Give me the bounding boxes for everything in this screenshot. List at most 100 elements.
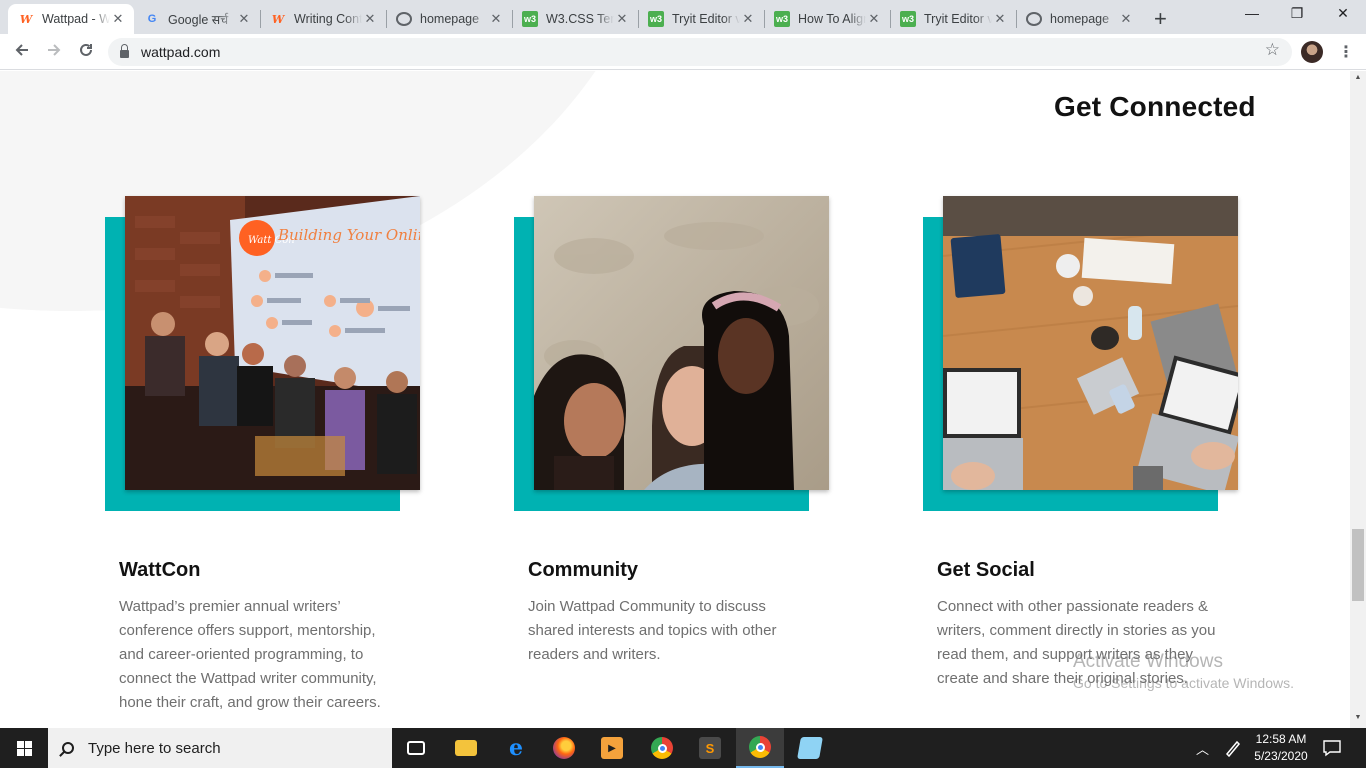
notepad-button[interactable] [786, 728, 834, 768]
w3schools-icon: w3 [522, 11, 538, 27]
clock-date: 5/23/2020 [1254, 749, 1308, 763]
lock-icon [120, 44, 129, 58]
reload-icon [80, 43, 92, 56]
globe-icon [1026, 12, 1042, 26]
profile-avatar[interactable] [1301, 41, 1323, 63]
bookmark-star-icon[interactable]: ☆ [1265, 40, 1280, 60]
card-heading: Get Social [937, 559, 1035, 581]
card-heading: Community [528, 559, 638, 581]
friends-photo[interactable] [534, 196, 829, 490]
chrome-icon [749, 736, 771, 758]
scrollbar-thumb[interactable] [1352, 529, 1364, 601]
address-bar[interactable]: wattpad.com ☆ [108, 38, 1292, 66]
close-tab-icon[interactable]: ✕ [236, 11, 252, 27]
back-arrow-icon [15, 44, 28, 56]
close-tab-icon[interactable]: ✕ [488, 11, 504, 27]
new-tab-button[interactable]: + [1154, 6, 1167, 32]
globe-icon [396, 12, 412, 26]
chrome-active-button[interactable] [736, 728, 784, 768]
tab-homepage[interactable]: homepage ✕ [386, 4, 512, 34]
media-player-icon: ▶ [601, 737, 623, 759]
forward-button[interactable] [42, 40, 66, 64]
laptops-table-photo[interactable] [943, 196, 1238, 490]
close-tab-icon[interactable]: ✕ [866, 11, 882, 27]
wattpad-icon: W [271, 12, 285, 26]
chrome-icon [651, 737, 673, 759]
page-content: Get Connected Watt Con Building Your Onl… [0, 71, 1350, 728]
chrome-button[interactable] [638, 728, 686, 768]
media-player-button[interactable]: ▶ [588, 728, 636, 768]
w3schools-icon: w3 [900, 11, 916, 27]
tab-title: Tryit Editor v3.6 [924, 12, 992, 26]
tab-wattpad[interactable]: W Wattpad - Where stories live ✕ [8, 4, 134, 34]
edge-button[interactable]: e [492, 728, 540, 768]
w3schools-icon: w3 [648, 11, 664, 27]
tab-w3css-templates[interactable]: w3 W3.CSS Templates ✕ [512, 4, 638, 34]
watermark-subtitle: Go to Settings to activate Windows. [1073, 675, 1294, 691]
card-description: Join Wattpad Community to discuss shared… [528, 598, 777, 663]
pen-icon [1225, 740, 1241, 757]
w3schools-icon: w3 [774, 11, 790, 27]
firefox-button[interactable] [540, 728, 588, 768]
sublime-text-icon: S [699, 737, 721, 759]
tab-title: homepage [1050, 12, 1110, 26]
forward-arrow-icon [48, 44, 61, 56]
scroll-up-arrow-icon[interactable]: ▲ [1350, 74, 1366, 81]
start-button[interactable] [0, 728, 48, 768]
close-tab-icon[interactable]: ✕ [992, 11, 1008, 27]
clock-time: 12:58 AM [1255, 732, 1307, 746]
tab-title: Google सर्च [168, 12, 229, 27]
tab-writing-contests[interactable]: W Writing Contests ✕ [260, 4, 386, 34]
taskbar-clock[interactable]: 12:58 AM 5/23/2020 [1248, 731, 1314, 765]
notepad-icon [797, 737, 823, 759]
chevron-up-icon: ︿ [1196, 741, 1210, 757]
tab-how-to-align[interactable]: w3 How To Align ✕ [764, 4, 890, 34]
reload-button[interactable] [74, 40, 98, 64]
activate-windows-watermark: Activate Windows Go to Settings to activ… [1073, 651, 1294, 691]
edge-icon: e [509, 735, 523, 761]
close-tab-icon[interactable]: ✕ [740, 11, 756, 27]
tab-strip: W Wattpad - Where stories live ✕ G Googl… [0, 0, 1366, 34]
file-explorer-button[interactable] [442, 728, 490, 768]
show-hidden-icons-button[interactable]: ︿ [1196, 728, 1209, 768]
close-tab-icon[interactable]: ✕ [614, 11, 630, 27]
close-tab-icon[interactable]: ✕ [110, 11, 126, 27]
tab-title: Wattpad - Where stories live [42, 12, 110, 26]
back-button[interactable] [10, 40, 34, 64]
tab-tryit-editor[interactable]: w3 Tryit Editor v3.6 ✕ [638, 4, 764, 34]
pen-workspace-button[interactable] [1224, 728, 1242, 768]
minimize-button[interactable]: — [1229, 5, 1275, 21]
tab-title: Writing Contests [294, 12, 362, 26]
search-icon [62, 742, 74, 754]
firefox-icon [553, 737, 575, 759]
notification-icon [1323, 740, 1341, 757]
file-explorer-icon [455, 740, 477, 756]
watermark-title: Activate Windows [1073, 651, 1223, 672]
close-window-button[interactable]: ✕ [1320, 5, 1366, 22]
windows-logo-icon [16, 740, 32, 756]
tab-google[interactable]: G Google सर्च ✕ [134, 4, 260, 34]
url-text: wattpad.com [141, 44, 221, 60]
wattcon-panel-photo[interactable]: Watt Con Building Your Online Fanbase [125, 196, 420, 490]
task-view-button[interactable] [392, 728, 440, 768]
sublime-text-button[interactable]: S [686, 728, 734, 768]
tab-homepage-2[interactable]: homepage ✕ [1016, 4, 1142, 34]
google-icon: G [147, 13, 157, 25]
maximize-button[interactable]: ❐ [1274, 5, 1320, 22]
search-placeholder: Type here to search [88, 739, 221, 757]
page-scrollbar[interactable]: ▲ ▼ [1350, 71, 1366, 728]
close-tab-icon[interactable]: ✕ [1118, 11, 1134, 27]
card-description: Wattpad’s premier annual writers’ confer… [119, 598, 381, 711]
wattpad-icon: W [19, 12, 33, 26]
action-center-button[interactable] [1322, 728, 1342, 768]
section-title: Get Connected [1054, 91, 1256, 122]
close-tab-icon[interactable]: ✕ [362, 11, 378, 27]
taskbar-search[interactable]: Type here to search [48, 728, 392, 768]
task-view-icon [407, 741, 425, 755]
windows-taskbar: Type here to search e ▶ S ︿ 12:58 AM 5/2… [0, 728, 1366, 768]
menu-icon[interactable]: ⋮ [1338, 42, 1354, 62]
browser-toolbar: wattpad.com ☆ ⋮ [0, 34, 1366, 70]
tab-title: homepage [420, 12, 480, 26]
tab-tryit-editor-2[interactable]: w3 Tryit Editor v3.6 ✕ [890, 4, 1016, 34]
scroll-down-arrow-icon[interactable]: ▼ [1350, 714, 1366, 721]
